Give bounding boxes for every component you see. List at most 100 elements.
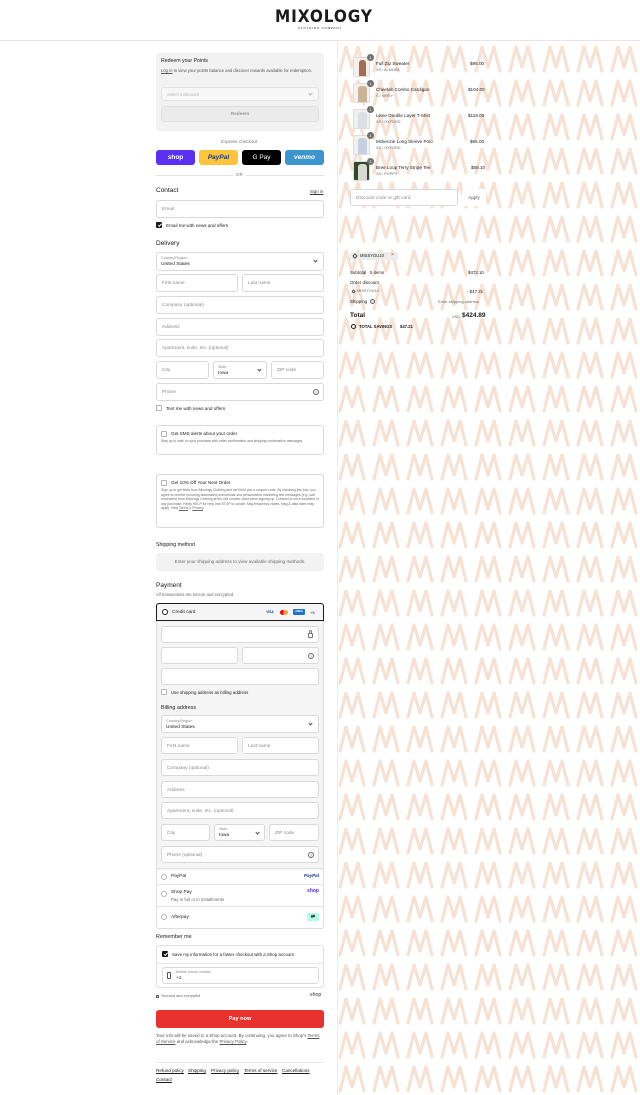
card-number-field[interactable]	[161, 626, 319, 643]
remember-title: Remember me	[156, 934, 192, 940]
help-icon[interactable]: ?	[370, 299, 375, 304]
item-name: Mckenzie Long Sleeve Polo	[376, 139, 433, 144]
lock-icon	[308, 633, 313, 638]
more-cards-label: +5	[310, 610, 315, 615]
login-link[interactable]: Log in	[161, 68, 172, 73]
save-info-checkbox[interactable]	[162, 951, 168, 957]
first-name-field[interactable]: First name	[156, 274, 238, 292]
help-icon[interactable]: ?	[308, 653, 314, 659]
chevron-down-icon	[313, 258, 318, 263]
shop-privacy-link[interactable]: Privacy Policy	[219, 1039, 246, 1044]
newsletter-checkbox[interactable]	[156, 222, 162, 228]
refund-policy-link[interactable]: Refund policy	[156, 1068, 184, 1073]
billing-country-select[interactable]: Country/Region United States	[161, 715, 319, 733]
remember-box: Save my information for a faster checkou…	[156, 945, 324, 988]
item-price: $118.00	[468, 113, 485, 118]
apartment-field[interactable]: Apartment, suite, etc. (optional)	[156, 339, 324, 357]
shop-pay-logo-icon: shop	[307, 888, 319, 894]
sms-alerts-checkbox[interactable]	[161, 431, 167, 437]
text-offers-checkbox[interactable]	[156, 405, 162, 411]
privacy-policy-link[interactable]: Privacy policy	[211, 1068, 239, 1073]
billing-phone-field[interactable]: Phone (optional) ?	[161, 846, 319, 863]
credit-card-option[interactable]: Credit card VISA AMEX +5	[156, 603, 324, 621]
sign-in-link[interactable]: Sign in	[310, 189, 323, 194]
discount-select[interactable]: Select a discount	[161, 87, 319, 101]
use-shipping-checkbox[interactable]	[161, 689, 167, 695]
item-variant: XS / OXFORD	[376, 146, 401, 150]
billing-apartment-field[interactable]: Apartment, suite, etc. (optional)	[161, 802, 319, 819]
venmo-button[interactable]: venmo	[285, 150, 324, 165]
phone-field[interactable]: Phone ?	[156, 383, 324, 401]
cancellations-link[interactable]: Cancellations	[282, 1068, 310, 1073]
address-field[interactable]: Address	[156, 318, 324, 336]
apartment-placeholder: Apartment, suite, etc. (optional)	[162, 346, 229, 351]
paypal-logo-icon: PayPal	[303, 873, 319, 878]
help-icon[interactable]: ?	[308, 852, 314, 858]
billing-last-name-placeholder: Last name	[248, 744, 271, 749]
billing-company-placeholder: Company (optional)	[167, 766, 209, 771]
security-code-field[interactable]: ?	[242, 647, 319, 664]
billing-last-name-field[interactable]: Last name	[242, 737, 319, 754]
discount-code-field[interactable]: Discount code or gift card	[350, 189, 458, 206]
shipping-link[interactable]: Shipping	[188, 1068, 206, 1073]
shop-pay-option[interactable]: Shop Pay Pay in full or in installments …	[157, 884, 323, 906]
payment-subtitle: All transactions are secure and encrypte…	[156, 592, 235, 597]
rewards-desc: to view your points balance and discover…	[172, 68, 313, 73]
newsletter-label: Email me with news and offers	[166, 223, 229, 228]
google-pay-button[interactable]: G Pay	[242, 150, 281, 165]
mobile-phone-field[interactable]: Mobile phone number +1	[162, 967, 319, 984]
remember-divider	[157, 963, 323, 964]
city-placeholder: City	[162, 368, 171, 373]
phone-icon	[167, 972, 171, 979]
expiry-field[interactable]	[161, 647, 238, 664]
billing-zip-field[interactable]: ZIP code	[269, 824, 319, 841]
afterpay-radio[interactable]	[161, 914, 167, 920]
savings-label: TOTAL SAVINGS	[359, 324, 393, 329]
or-label: OR	[233, 172, 246, 177]
remove-discount-icon[interactable]: ×	[391, 252, 394, 258]
shop-pay-radio[interactable]	[161, 891, 167, 897]
paypal-radio[interactable]	[161, 874, 167, 880]
billing-city-field[interactable]: City	[161, 824, 210, 841]
paypal-button[interactable]: PayPal	[199, 150, 238, 165]
promo-sms-checkbox[interactable]	[161, 480, 167, 486]
billing-title: Billing address	[161, 705, 197, 711]
billing-first-name-field[interactable]: First name	[161, 737, 238, 754]
lock-shackle	[309, 630, 312, 633]
brand-logo[interactable]: MIXOLOGY CLOTHING COMPANY	[270, 8, 372, 30]
terms-link[interactable]: Terms	[179, 506, 188, 510]
total-value: $424.89	[462, 312, 486, 319]
apply-button[interactable]: Apply	[462, 189, 486, 206]
state-select[interactable]: State Iowa	[213, 361, 267, 379]
paypal-label: PayPal	[171, 874, 187, 879]
promo-sms-box: Get 10% Off Your Next Order Sign up to g…	[156, 474, 324, 528]
item-variant: S / IVREY	[376, 94, 394, 98]
contact-link[interactable]: Contact	[156, 1077, 172, 1082]
sms-alerts-box: Get SMS alerts about your order Stay up …	[156, 425, 324, 455]
email-field[interactable]: Email	[156, 200, 324, 218]
item-variant: XS / POPPY	[376, 172, 398, 176]
terms-of-service-link[interactable]: Terms of service	[244, 1068, 277, 1073]
zip-field[interactable]: ZIP code	[271, 361, 324, 379]
credit-card-radio[interactable]	[162, 609, 168, 615]
privacy-link[interactable]: Privacy	[192, 506, 203, 510]
city-field[interactable]: City	[156, 361, 209, 379]
billing-country-value: United States	[166, 725, 195, 730]
last-name-field[interactable]: Last name	[242, 274, 324, 292]
company-field[interactable]: Company (optional)	[156, 296, 324, 314]
afterpay-option[interactable]: Afterpay ⇄	[157, 906, 323, 928]
discount-code-label: MISSYOU10	[357, 289, 379, 293]
name-on-card-field[interactable]	[161, 668, 319, 685]
redeem-button[interactable]: Redeem	[161, 106, 319, 122]
billing-address-field[interactable]: Address	[161, 781, 319, 798]
zip-placeholder: ZIP code	[277, 368, 297, 373]
help-icon[interactable]: ?	[313, 389, 319, 395]
country-select[interactable]: Country/Region United States	[156, 252, 324, 271]
paypal-option[interactable]: PayPal PayPal	[157, 868, 323, 884]
billing-state-label: State	[219, 827, 228, 831]
shop-pay-button[interactable]: shop	[156, 150, 195, 165]
billing-company-field[interactable]: Company (optional)	[161, 759, 319, 776]
billing-state-select[interactable]: State Iowa	[214, 824, 265, 841]
phone-placeholder: Phone	[162, 390, 176, 395]
pay-now-button[interactable]: Pay now	[156, 1010, 324, 1028]
